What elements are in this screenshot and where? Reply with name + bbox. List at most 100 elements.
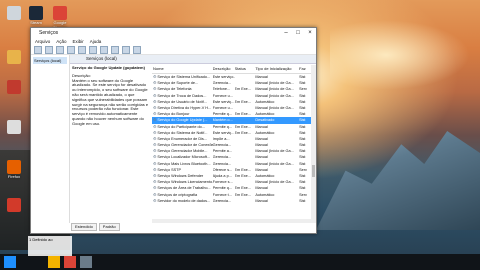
tab-estendido[interactable]: Estendido xyxy=(71,223,97,231)
table-header: Nome Descrição Status Tipo de Inicializa… xyxy=(152,65,316,74)
up-icon[interactable] xyxy=(56,45,64,54)
back-icon[interactable] xyxy=(34,45,42,54)
gear-icon: ⚙ xyxy=(153,118,157,123)
description-text: Mantém o seu software do Google atualiza… xyxy=(72,77,149,126)
service-name: Serviço do Sistema de Notif... xyxy=(157,130,208,135)
table-cell: Gerencia... xyxy=(212,198,232,203)
game-icon[interactable] xyxy=(4,80,24,94)
chrome-taskbar-icon[interactable] xyxy=(64,256,76,268)
service-name: Serviço de Telefonia xyxy=(157,87,192,92)
col-nome[interactable]: Nome xyxy=(152,65,213,73)
col-status[interactable]: Status xyxy=(235,65,256,73)
horizontal-scrollbar[interactable] xyxy=(152,219,316,223)
table-cell: ⚙Servidor do modelo de dados... xyxy=(152,198,213,204)
refresh-icon[interactable] xyxy=(78,45,86,54)
mountain-scenery xyxy=(316,131,480,230)
restart-icon[interactable] xyxy=(133,45,141,54)
gear-icon: ⚙ xyxy=(153,81,157,86)
service-name: Serviço de Usuário de Notif... xyxy=(157,99,207,104)
gear-icon: ⚙ xyxy=(153,155,157,160)
gear-icon: ⚙ xyxy=(153,174,157,178)
services-taskbar-icon[interactable] xyxy=(80,256,92,268)
vertical-scrollbar[interactable] xyxy=(311,65,316,223)
menu-exibir[interactable]: Exibir xyxy=(73,38,84,45)
toolbar xyxy=(31,45,316,55)
app-icon-glyph xyxy=(7,120,21,134)
gear-icon: ⚙ xyxy=(153,167,157,172)
service-name: Serviço Windows Defender xyxy=(157,174,204,178)
gear-icon: ⚙ xyxy=(153,186,157,191)
menu-acao[interactable]: Ação xyxy=(56,38,66,45)
file-explorer-icon[interactable] xyxy=(48,256,60,268)
recycle-bin-icon[interactable] xyxy=(4,6,24,20)
gear-icon: ⚙ xyxy=(153,180,157,185)
folder-icon-glyph xyxy=(7,50,21,64)
stop-icon[interactable] xyxy=(111,45,119,54)
close-icon[interactable]: × xyxy=(304,28,316,38)
play-icon[interactable] xyxy=(100,45,108,54)
tree-panel: Serviços (local) xyxy=(31,55,70,223)
service-title: Serviço do Google Update (gupdatem) xyxy=(72,65,145,70)
service-name: Servidor do modelo de dados... xyxy=(157,198,211,203)
service-name: Serviço Gerenciador Mobile... xyxy=(157,149,208,154)
gear-icon: ⚙ xyxy=(153,198,157,203)
service-name: Serviço de Suporte de... xyxy=(157,81,199,86)
service-name: Serviço do Google Update (... xyxy=(157,118,208,123)
sun-glow xyxy=(330,20,470,90)
start-icon[interactable] xyxy=(4,256,16,268)
description-pane: Serviço do Google Update (gupdatem) Desc… xyxy=(72,65,149,127)
service-name: Serviço Localizador Microsoft... xyxy=(157,155,211,160)
col-tipo[interactable]: Tipo de Inicialização xyxy=(255,65,299,73)
service-name: Serviço Mais Livros Bluetooth... xyxy=(157,161,211,166)
col-descricao[interactable]: Descrição xyxy=(213,65,235,73)
forward-icon[interactable] xyxy=(45,45,53,54)
service-name: Serviço do Participante do... xyxy=(157,124,205,129)
gear-icon: ⚙ xyxy=(153,149,157,154)
gear-icon: ⚙ xyxy=(153,93,157,98)
service-name: Serviço do Bonjour xyxy=(157,112,190,117)
folder-icon[interactable] xyxy=(4,50,24,64)
help-icon[interactable] xyxy=(89,45,97,54)
service-name: Serviço de Troca de Dados... xyxy=(157,93,207,98)
service-name: Serviço de Sistema Unificado... xyxy=(157,75,211,79)
table-row[interactable]: ⚙Servidor do modelo de dados... Gerencia.… xyxy=(152,198,316,204)
gear-icon: ⚙ xyxy=(153,105,157,110)
content-panel: Serviços (local) Serviço do Google Updat… xyxy=(70,55,316,223)
steam-icon-glyph xyxy=(29,6,43,20)
gear-icon: ⚙ xyxy=(153,87,157,92)
window-title: Serviços xyxy=(39,30,59,36)
desktop-icon-label: Steam xyxy=(30,20,42,25)
minimize-icon[interactable]: – xyxy=(280,28,292,38)
table-cell xyxy=(235,198,256,204)
service-name: Serviço Diretiva do Hyper-V H... xyxy=(157,105,212,110)
gear-icon: ⚙ xyxy=(153,112,157,117)
table-cell: Manual xyxy=(255,198,268,203)
maximize-icon[interactable]: □ xyxy=(292,28,304,38)
app2-icon-glyph xyxy=(7,198,21,212)
service-name: Serviço SSTP xyxy=(157,167,182,172)
recycle-bin-icon-glyph xyxy=(7,6,21,20)
view-tabs: Estendido Padrão xyxy=(71,223,120,231)
tree-item-services-local[interactable]: Serviços (local) xyxy=(33,57,67,64)
gear-icon: ⚙ xyxy=(153,130,157,135)
scroll-thumb[interactable] xyxy=(312,165,315,177)
services-window[interactable]: Serviços – □ × Arquivo Ação Exibir Ajuda… xyxy=(30,27,317,234)
gear-icon: ⚙ xyxy=(153,136,157,141)
gear-icon: ⚙ xyxy=(153,192,157,197)
chrome-icon-glyph xyxy=(53,6,67,20)
steam-icon[interactable]: Steam xyxy=(26,6,46,25)
title-bar[interactable]: Serviços – □ × xyxy=(31,28,316,38)
menu-ajuda[interactable]: Ajuda xyxy=(90,38,102,45)
pause-icon[interactable] xyxy=(122,45,130,54)
menu-arquivo[interactable]: Arquivo xyxy=(35,38,50,45)
app-icon[interactable] xyxy=(4,120,24,134)
menu-bar: Arquivo Ação Exibir Ajuda xyxy=(31,38,316,45)
taskbar xyxy=(0,254,480,270)
firefox-icon[interactable]: Firefox xyxy=(4,160,24,179)
tab-padrao[interactable]: Padrão xyxy=(98,223,120,231)
gear-icon: ⚙ xyxy=(153,143,157,148)
properties-icon[interactable] xyxy=(67,45,75,54)
gear-icon: ⚙ xyxy=(153,161,157,166)
desktop-icon-label: Firefox xyxy=(7,174,21,179)
app2-icon[interactable] xyxy=(4,198,24,212)
